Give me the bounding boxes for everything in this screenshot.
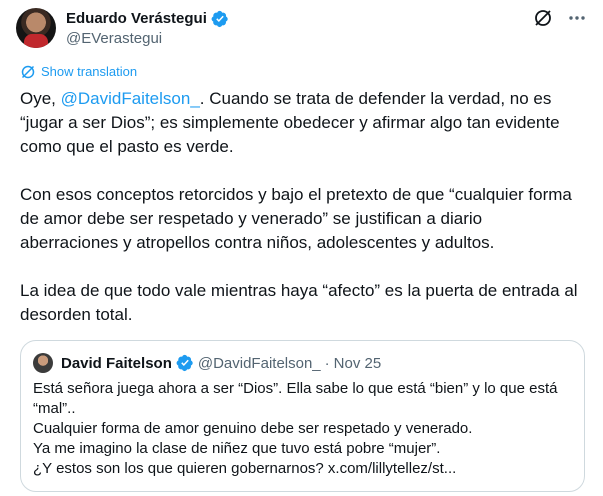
quoted-line: ¿Y estos son los que quieren gobernarnos… xyxy=(33,460,457,477)
quoted-tweet-text: Está señora juega ahora a ser “Dios”. El… xyxy=(33,379,573,479)
quoted-line: Cualquier forma de amor genuino debe ser… xyxy=(33,420,473,437)
tweet-paragraph-2: Con esos conceptos retorcidos y bajo el … xyxy=(20,185,572,252)
tweet-header: Eduardo Verástegui @EVerastegui xyxy=(16,8,591,50)
tweet-text: Oye, @DavidFaitelson_. Cuando se trata d… xyxy=(20,87,580,327)
quoted-author-name[interactable]: David Faitelson xyxy=(61,355,172,372)
quoted-line: Está señora juega ahora a ser “Dios”. El… xyxy=(33,380,558,417)
show-translation-link[interactable]: Show translation xyxy=(20,64,137,80)
quoted-tweet[interactable]: David Faitelson @DavidFaitelson_ · Nov 2… xyxy=(20,340,585,492)
quoted-tweet-header: David Faitelson @DavidFaitelson_ · Nov 2… xyxy=(33,353,381,373)
author-handle[interactable]: @EVerastegui xyxy=(66,30,162,48)
quoted-line: Ya me imagino la clase de niñez que tuvo… xyxy=(33,440,441,457)
quoted-author-handle[interactable]: @DavidFaitelson_ xyxy=(198,355,321,372)
grok-icon[interactable] xyxy=(533,8,553,28)
quoted-author-avatar[interactable] xyxy=(33,353,53,373)
author-avatar[interactable] xyxy=(16,8,56,48)
translate-icon xyxy=(21,65,35,79)
mention-link[interactable]: @DavidFaitelson_ xyxy=(61,89,200,108)
tweet-paragraph-3: La idea de que todo vale mientras haya “… xyxy=(20,281,578,324)
author-name-line: Eduardo Verástegui xyxy=(66,10,229,28)
more-icon[interactable] xyxy=(567,8,587,28)
verified-badge-icon xyxy=(211,10,228,28)
tweet-paragraph-1: Oye, @DavidFaitelson_. Cuando se trata d… xyxy=(20,87,580,159)
author-name[interactable]: Eduardo Verástegui xyxy=(66,10,207,28)
top-actions xyxy=(533,8,587,28)
separator-dot: · xyxy=(324,354,330,372)
tweet-text-segment: Oye, xyxy=(20,89,61,108)
show-translation-label: Show translation xyxy=(41,64,138,79)
quoted-tweet-date[interactable]: Nov 25 xyxy=(334,355,382,372)
verified-badge-icon xyxy=(176,354,193,372)
